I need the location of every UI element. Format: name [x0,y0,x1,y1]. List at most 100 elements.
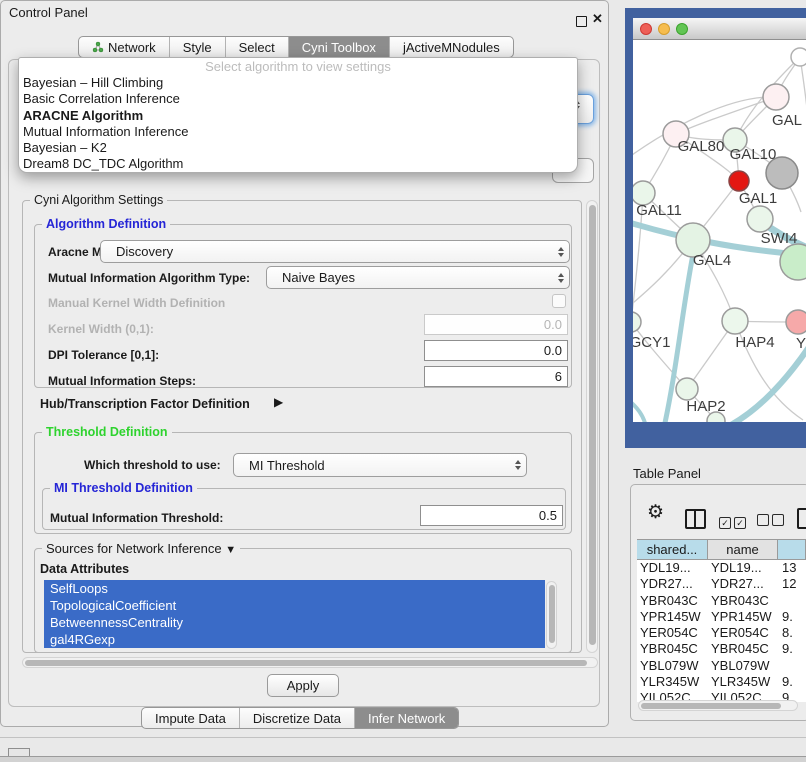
mi-steps-field[interactable]: 6 [424,366,568,387]
kernel-width-field[interactable]: 0.0 [424,314,568,335]
sources-group-label[interactable]: Sources for Network Inference ▼ [42,541,240,556]
attribute-item[interactable]: gal4RGexp [44,631,545,648]
attribute-item[interactable]: TopologicalCoefficient [44,597,545,614]
mi-steps-label: Mutual Information Steps: [48,374,196,388]
table-row[interactable]: YPR145WYPR145W9. [637,609,806,625]
column-header[interactable] [778,540,806,559]
network-node[interactable] [763,84,789,110]
network-node-label: GCY1 [633,334,670,351]
close-traffic-light-icon[interactable] [640,23,652,35]
settings-hscrollbar[interactable] [22,657,598,668]
network-node-label: HAP2 [686,398,725,415]
table-cell: 9. [778,690,806,700]
network-node[interactable] [676,378,698,400]
table-row[interactable]: YLR345WYLR345W9. [637,674,806,690]
network-node[interactable] [729,171,749,191]
threshold-definition-label: Threshold Definition [42,425,172,439]
data-attributes-list[interactable]: SelfLoopsTopologicalCoefficientBetweenne… [44,580,545,650]
network-node[interactable] [722,308,748,334]
table-cell: YIL052C [708,690,778,700]
table-row[interactable]: YIL052CYIL052C9. [637,690,806,700]
data-attributes-label: Data Attributes [40,562,129,576]
algorithm-option[interactable]: Basic Correlation Inference [19,91,577,107]
top-tab-bar: NetworkStyleSelectCyni ToolboxjActiveMNo… [78,36,514,58]
deselect-all-columns-icon[interactable] [757,513,787,531]
table-row[interactable]: YBL079WYBL079W [637,658,806,674]
table-cell: YBL079W [708,658,778,674]
float-window-icon[interactable] [576,16,587,27]
network-node-label: GAL80 [678,138,725,155]
table-cell: 9. [778,609,806,625]
manual-kernel-checkbox[interactable] [552,294,566,308]
minimize-traffic-light-icon[interactable] [658,23,670,35]
table-row[interactable]: YDL19...YDL19...13 [637,560,806,576]
stepper-icon [510,460,526,470]
tab-discretize-data[interactable]: Discretize Data [239,708,354,728]
settings-vscrollbar[interactable] [586,200,598,653]
algorithm-option[interactable]: Bayesian – K2 [19,140,577,156]
network-window-titlebar[interactable] [633,18,806,40]
algorithm-list: Bayesian – Hill ClimbingBasic Correlatio… [19,75,577,173]
network-node[interactable] [780,244,806,280]
network-node[interactable] [633,312,641,332]
table-cell: YBR045C [637,641,708,657]
table-row[interactable]: YDR27...YDR27...12 [637,576,806,592]
mi-type-combo[interactable]: Naive Bayes [266,266,570,289]
apply-button[interactable]: Apply [267,674,339,697]
mi-threshold-field[interactable]: 0.5 [420,505,563,526]
dpi-tolerance-label: DPI Tolerance [0,1]: [48,348,159,362]
manual-kernel-label: Manual Kernel Width Definition [48,296,225,310]
table-row[interactable]: YER054CYER054C8. [637,625,806,641]
algorithm-option[interactable]: Bayesian – Hill Climbing [19,75,577,91]
network-node[interactable] [791,48,806,66]
new-table-icon[interactable] [797,508,806,529]
table-cell: YLR345W [637,674,708,690]
table-header-row[interactable]: shared...name [637,539,806,560]
table-cell [778,593,806,609]
mi-type-label: Mutual Information Algorithm Type: [48,271,250,285]
select-all-columns-icon[interactable]: ✓✓ [719,513,749,531]
zoom-traffic-light-icon[interactable] [676,23,688,35]
network-node[interactable] [747,206,773,232]
close-icon[interactable]: ✕ [592,11,603,27]
network-icon [92,41,104,53]
aracne-mode-value: Discovery [101,244,553,259]
tab-network[interactable]: Network [79,37,169,57]
network-node-label: GAL11 [636,202,682,219]
split-columns-icon[interactable] [685,509,706,529]
network-canvas[interactable]: GALGAL80GAL10GAL1GAL11SWI4GAL4GCY1HAP4YH… [633,40,806,422]
network-node-label: GAL1 [739,190,777,207]
table-row[interactable]: YBR045CYBR045C9. [637,641,806,657]
which-threshold-label: Which threshold to use: [84,458,221,472]
expand-right-icon[interactable]: ▶ [274,395,283,409]
tab-style[interactable]: Style [169,37,225,57]
table-cell: 9. [778,641,806,657]
bottom-divider [0,737,806,738]
tab-cyni-toolbox[interactable]: Cyni Toolbox [288,37,389,57]
which-threshold-combo[interactable]: MI Threshold [233,453,527,477]
column-header[interactable]: shared... [637,540,708,559]
gear-icon[interactable]: ⚙ [647,501,664,524]
dpi-tolerance-field[interactable]: 0.0 [424,340,568,361]
column-header[interactable]: name [708,540,778,559]
table-cell: 8. [778,625,806,641]
algorithm-placeholder: Select algorithm to view settings [19,58,577,75]
collapse-down-icon: ▼ [225,544,236,556]
attribute-item[interactable]: BetweennessCentrality [44,614,545,631]
aracne-mode-combo[interactable]: Discovery [100,240,570,263]
algorithm-option[interactable]: ARACNE Algorithm [19,108,577,124]
algorithm-option[interactable]: Dream8 DC_TDC Algorithm [19,156,577,172]
tab-impute-data[interactable]: Impute Data [142,708,239,728]
table-hscrollbar[interactable] [638,700,798,711]
tab-infer-network[interactable]: Infer Network [354,708,458,728]
algorithm-option[interactable]: Mutual Information Inference [19,124,577,140]
table-row[interactable]: YBR043CYBR043C [637,593,806,609]
cyni-settings-group-label: Cyni Algorithm Settings [30,193,167,207]
tab-jactivemnodules[interactable]: jActiveMNodules [389,37,513,57]
tab-select[interactable]: Select [225,37,288,57]
attributes-vscrollbar[interactable] [546,581,557,649]
table-cell: YBR045C [708,641,778,657]
node-table: shared...name YDL19...YDL19...13YDR27...… [637,539,806,702]
network-node[interactable] [786,310,806,334]
attribute-item[interactable]: SelfLoops [44,580,545,597]
